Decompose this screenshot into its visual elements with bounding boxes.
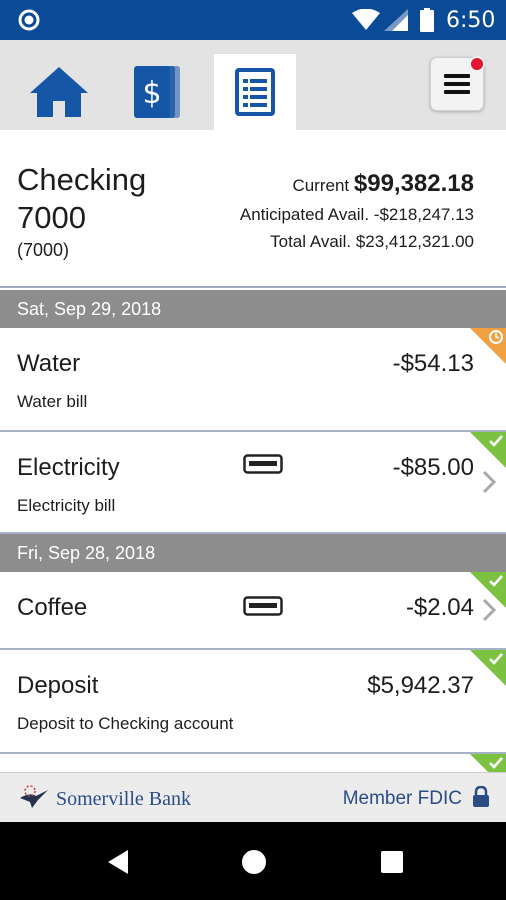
account-summary: Checking 7000 (7000) Current $99,382.18 …	[0, 130, 506, 288]
menu-button[interactable]	[430, 56, 485, 111]
transaction-row[interactable]	[0, 754, 506, 774]
status-time: 6:50	[446, 8, 496, 33]
current-balance-row: Current $99,382.18	[292, 170, 474, 198]
transaction-amount: -$2.04	[405, 594, 474, 621]
transaction-row[interactable]: Deposit Deposit to Checking account $5,9…	[0, 650, 506, 754]
transaction-description: Water bill	[17, 392, 88, 411]
transaction-row[interactable]: Coffee -$2.04	[0, 572, 506, 650]
transaction-description: Electricity bill	[17, 496, 116, 515]
transaction-title: Coffee	[17, 594, 88, 621]
current-balance-label: Current	[292, 176, 350, 195]
system-nav-bar	[0, 822, 506, 900]
checkmark-icon	[489, 435, 503, 447]
tab-accounts[interactable]: $	[116, 54, 198, 130]
fdic-label: Member FDIC	[342, 788, 462, 809]
date-header: Fri, Sep 28, 2018	[0, 534, 506, 572]
anticipated-balance-row: Anticipated Avail. -$218,247.13	[240, 205, 474, 225]
hamburger-menu-icon	[444, 74, 470, 94]
transaction-row[interactable]: Electricity Electricity bill -$85.00	[0, 432, 506, 534]
anticipated-balance-amount: -$218,247.13	[373, 205, 474, 224]
card-icon	[243, 454, 283, 474]
clock-icon	[489, 330, 503, 344]
bank-name: Somerville Bank	[56, 788, 191, 810]
total-balance-label: Total Avail.	[270, 232, 352, 251]
anticipated-balance-label: Anticipated Avail.	[239, 205, 370, 224]
home-icon	[30, 67, 88, 117]
total-balance-row: Total Avail. $23,412,321.00	[270, 232, 474, 252]
notification-circle-icon	[18, 9, 40, 31]
transaction-amount: -$85.00	[392, 454, 474, 481]
recent-apps-icon[interactable]	[378, 848, 406, 876]
transaction-title: Deposit	[17, 672, 99, 699]
lock-icon	[473, 786, 489, 807]
date-header: Sat, Sep 29, 2018	[0, 290, 506, 328]
checkmark-icon	[489, 757, 503, 769]
footer: Somerville Bank Member FDIC	[0, 772, 506, 822]
checkmark-icon	[489, 575, 503, 587]
battery-icon	[420, 8, 434, 32]
transaction-description: Deposit to Checking account	[17, 714, 234, 733]
bank-logo-icon	[20, 785, 48, 808]
back-icon[interactable]	[104, 848, 132, 876]
notification-dot	[469, 56, 485, 72]
svg-text:$: $	[142, 76, 161, 111]
account-number: (7000)	[17, 240, 70, 260]
total-balance-amount: $23,412,321.00	[355, 232, 474, 251]
status-bar: 6:50	[0, 0, 506, 40]
transaction-row[interactable]: Water Water bill -$54.13	[0, 328, 506, 432]
transaction-title: Electricity	[17, 454, 120, 481]
home-circle-icon[interactable]	[240, 848, 268, 876]
top-nav: $	[0, 40, 506, 130]
account-name: Checking 7000	[17, 162, 147, 235]
chevron-right-icon[interactable]	[482, 470, 496, 494]
wifi-icon	[352, 9, 380, 30]
transaction-title: Water	[17, 350, 81, 377]
current-balance-amount: $99,382.18	[353, 170, 474, 197]
transaction-amount: -$54.13	[392, 350, 474, 377]
tab-home[interactable]	[18, 54, 100, 130]
card-icon	[243, 596, 283, 616]
transaction-amount: $5,942.37	[367, 672, 474, 699]
signal-icon	[384, 9, 408, 31]
checkmark-icon	[489, 653, 503, 665]
tab-activity[interactable]	[214, 54, 296, 130]
dollar-cards-icon: $	[134, 66, 180, 118]
document-list-icon	[235, 68, 275, 116]
